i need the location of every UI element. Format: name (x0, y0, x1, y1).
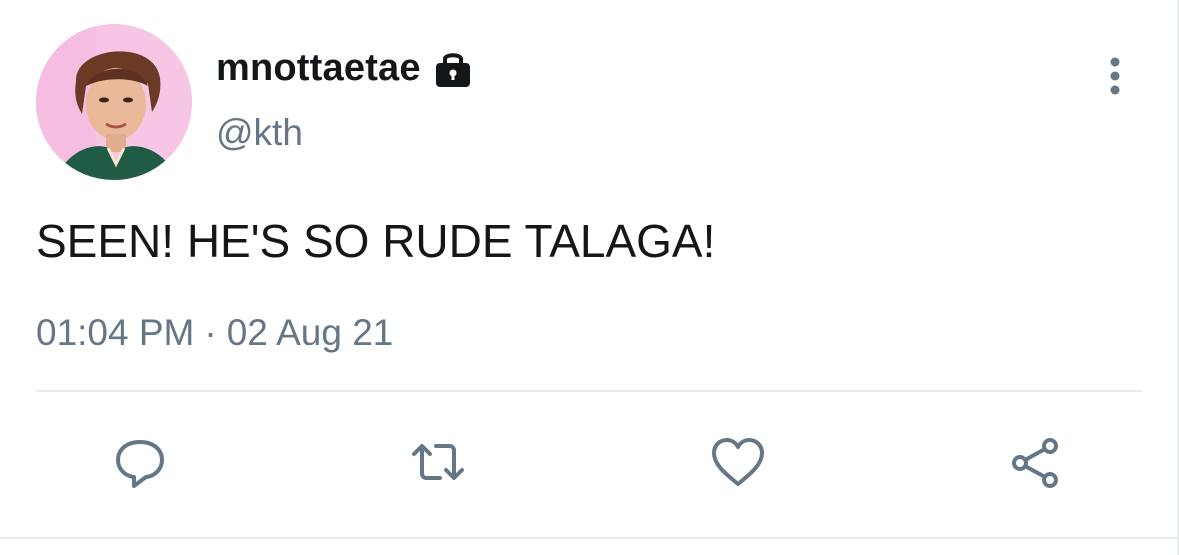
panel-bottom-border (0, 537, 1179, 539)
like-button[interactable] (706, 430, 770, 494)
tweet-text: SEEN! HE'S SO RUDE TALAGA! (36, 215, 716, 267)
timestamp-separator: · (204, 312, 217, 353)
share-icon (1012, 438, 1058, 488)
retweet-button[interactable] (406, 430, 470, 494)
heart-icon (712, 438, 764, 486)
reply-icon (116, 440, 164, 488)
tweet-time: 01:04 PM (36, 312, 195, 353)
reply-button[interactable] (108, 430, 172, 494)
tweet-timestamp: 01:04 PM · 02 Aug 21 (36, 312, 393, 354)
share-button[interactable] (1004, 430, 1068, 494)
avatar[interactable] (36, 24, 192, 180)
divider (36, 390, 1142, 392)
more-vertical-icon[interactable] (1098, 56, 1132, 96)
user-name-row[interactable]: mnottaetae (216, 44, 475, 92)
retweet-icon (412, 444, 464, 480)
display-name[interactable]: mnottaetae (216, 47, 421, 90)
user-handle[interactable]: @kth (216, 112, 303, 154)
tweet-date: 02 Aug 21 (226, 312, 394, 353)
avatar-photo (36, 24, 192, 180)
lock-icon (431, 46, 475, 90)
